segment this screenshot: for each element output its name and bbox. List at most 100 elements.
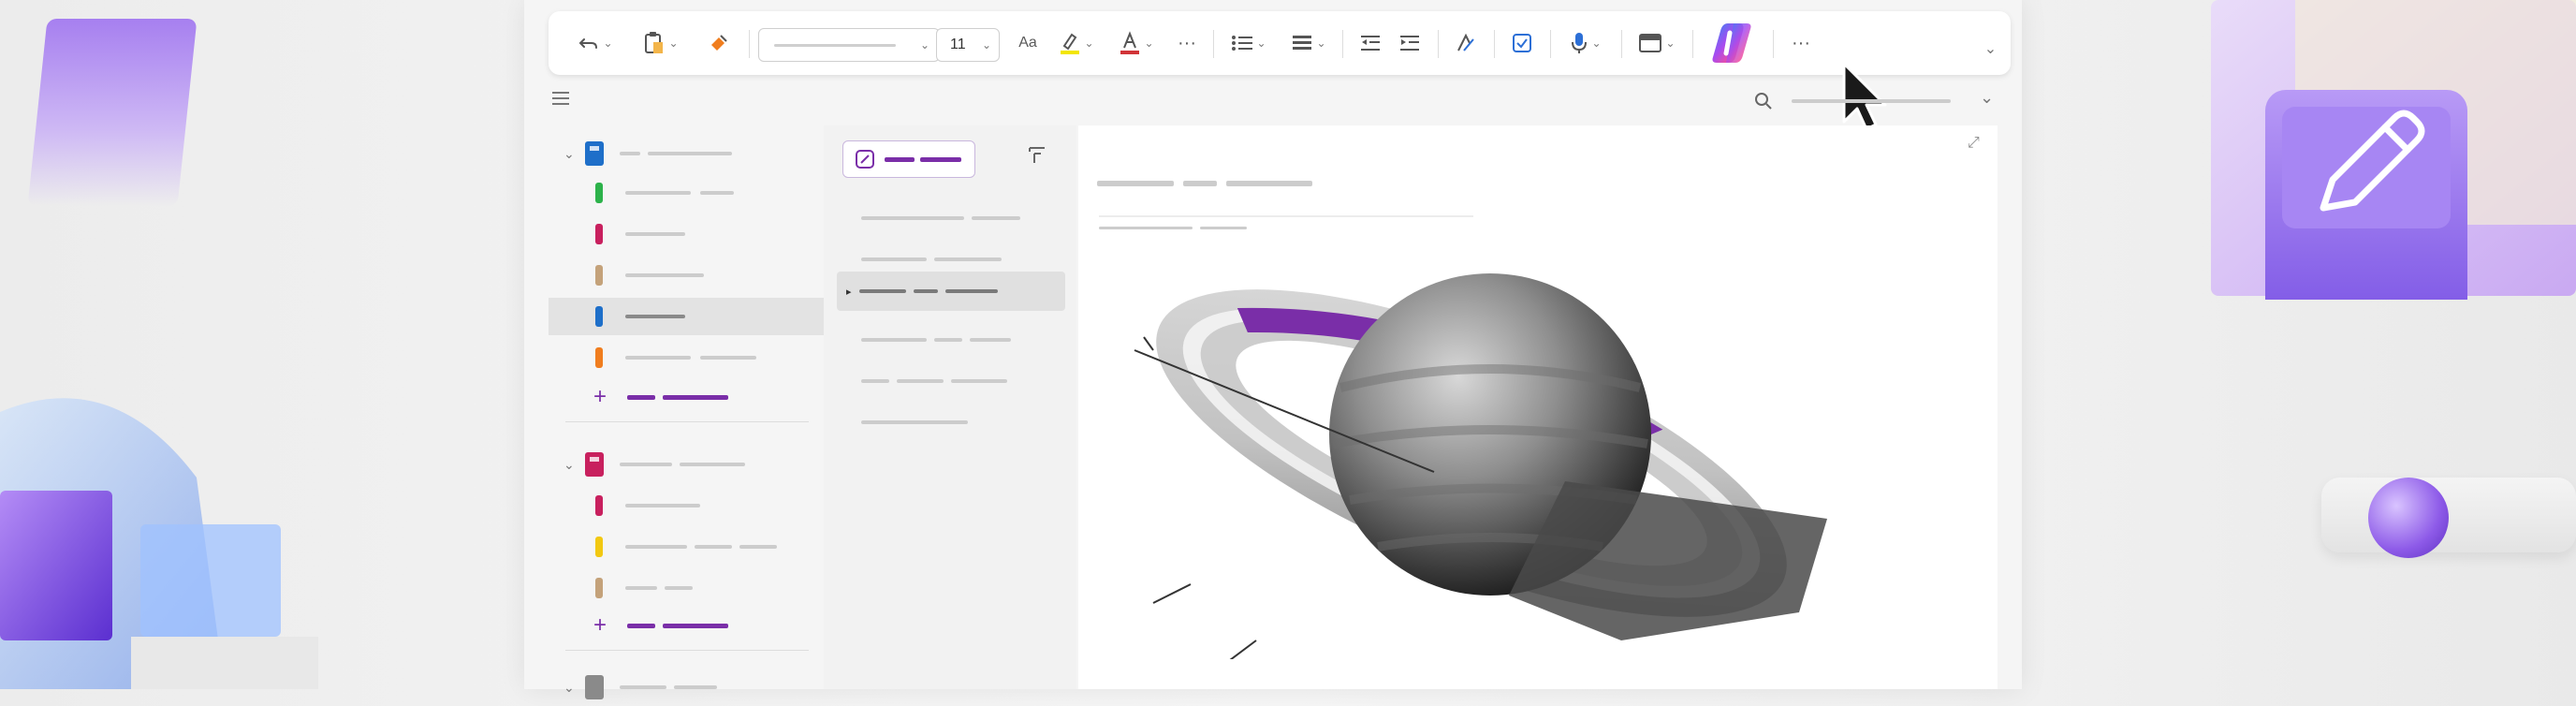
microphone-icon	[1572, 33, 1588, 53]
section-item[interactable]	[549, 257, 824, 294]
decrease-indent-button[interactable]	[1352, 11, 1389, 75]
background-decoration-bar	[2321, 478, 2576, 552]
search-input-placeholder	[1792, 99, 1951, 103]
section-item[interactable]	[549, 174, 824, 212]
font-family-value	[774, 43, 896, 47]
styles-button[interactable]	[1447, 11, 1485, 75]
outdent-icon	[1361, 36, 1380, 51]
paste-icon	[645, 32, 664, 53]
notebook-item[interactable]: ⌄	[549, 446, 824, 483]
page-item[interactable]	[861, 208, 1020, 225]
page-item[interactable]	[861, 249, 1002, 266]
checkbox-icon	[1513, 34, 1531, 52]
section-item[interactable]	[549, 569, 824, 607]
insert-button[interactable]: ⌄	[1631, 11, 1683, 75]
hamburger-menu-icon	[552, 92, 569, 105]
chevron-right-icon: ▸	[846, 286, 852, 298]
chevron-down-icon: ⌄	[668, 37, 679, 50]
chevron-down-icon: ⌄	[1144, 37, 1154, 50]
font-size-dropdown[interactable]: 11 ⌄	[936, 28, 1000, 62]
plus-icon: +	[593, 384, 607, 409]
clear-formatting-button[interactable]: Aa	[1011, 11, 1045, 75]
section-item[interactable]	[549, 487, 824, 524]
section-item-selected[interactable]	[549, 298, 824, 335]
increase-indent-button[interactable]	[1391, 11, 1428, 75]
sort-icon	[1029, 147, 1045, 163]
chevron-down-icon: ⌄	[1983, 41, 1998, 57]
navigation-toggle-button[interactable]	[552, 90, 577, 114]
styles-icon	[1457, 33, 1474, 51]
chevron-down-icon: ⌄	[981, 38, 991, 51]
more-font-options-button[interactable]: ···	[1170, 11, 1204, 75]
plus-icon: +	[593, 612, 607, 638]
page-item[interactable]	[861, 371, 1007, 388]
todo-tag-button[interactable]	[1503, 11, 1541, 75]
numbered-list-icon	[1293, 36, 1312, 50]
numbering-button[interactable]: ⌄	[1282, 11, 1335, 75]
page-item[interactable]	[861, 412, 968, 429]
section-color-tab	[595, 495, 603, 516]
notebook-icon	[584, 141, 604, 166]
bullet-list-icon	[1232, 36, 1253, 51]
dictate-button[interactable]: ⌄	[1559, 11, 1612, 75]
bullets-button[interactable]: ⌄	[1222, 11, 1275, 75]
section-color-tab	[595, 265, 603, 286]
font-color-icon	[1120, 31, 1140, 54]
notebook-icon	[584, 452, 604, 477]
font-family-dropdown[interactable]: ⌄	[758, 28, 940, 62]
chevron-down-icon: ⌄	[1316, 37, 1326, 50]
chevron-down-icon: ⌄	[564, 145, 575, 161]
notebook-item[interactable]: ⌄	[549, 669, 824, 706]
sort-pages-button[interactable]	[1026, 144, 1052, 170]
highlight-button[interactable]: ⌄	[1050, 11, 1103, 75]
page-item-selected[interactable]: ▸	[837, 272, 1065, 311]
section-color-tab	[595, 224, 603, 244]
copilot-button[interactable]	[1700, 11, 1765, 75]
more-icon: ···	[1792, 32, 1810, 53]
chevron-down-icon: ⌄	[1256, 37, 1266, 50]
chevron-down-icon: ⌄	[564, 679, 575, 695]
chevron-down-icon: ⌄	[1665, 37, 1676, 50]
search-icon	[1755, 93, 1772, 110]
section-item[interactable]	[549, 528, 824, 566]
highlighter-icon	[1061, 33, 1080, 54]
chevron-down-icon: ⌄	[564, 456, 575, 472]
section-color-tab	[595, 306, 603, 327]
text-case-icon: Aa	[1018, 35, 1037, 51]
section-item[interactable]	[549, 215, 824, 253]
insert-table-icon	[1639, 34, 1662, 52]
chevron-down-icon: ⌄	[1591, 37, 1602, 50]
section-color-tab	[595, 578, 603, 598]
indent-icon	[1400, 36, 1419, 51]
search-zoom-bar[interactable]: ⌄	[1750, 86, 2003, 116]
chevron-down-icon: ⌄	[1084, 37, 1094, 50]
format-painter-button[interactable]	[700, 11, 738, 75]
section-color-tab	[595, 537, 603, 557]
chevron-down-icon: ⌄	[603, 37, 613, 50]
add-page-button[interactable]	[842, 140, 975, 178]
undo-icon	[579, 38, 598, 49]
notebook-item[interactable]: ⌄	[549, 135, 824, 172]
more-icon: ···	[1178, 32, 1196, 53]
collapse-ribbon-button[interactable]: ⌄	[1977, 21, 2001, 77]
font-color-button[interactable]: ⌄	[1110, 11, 1163, 75]
page-title	[1097, 174, 1312, 191]
add-section-button[interactable]: +	[549, 378, 824, 416]
chevron-down-icon: ⌄	[919, 38, 929, 51]
page-item[interactable]	[861, 330, 1011, 346]
undo-button[interactable]: ⌄	[569, 11, 622, 75]
chevron-down-icon: ⌄	[1980, 88, 1995, 107]
section-color-tab	[595, 183, 603, 203]
ribbon-more-options-button[interactable]: ···	[1782, 11, 1820, 75]
expand-icon[interactable]: ⤢	[1968, 135, 1986, 154]
paste-button[interactable]: ⌄	[635, 11, 687, 75]
new-page-icon	[856, 150, 874, 169]
background-decoration-sphere	[2368, 478, 2449, 558]
notebook-sidebar: ⌄ + ⌄ + ⌄	[549, 112, 824, 699]
format-painter-icon	[711, 35, 727, 51]
section-item[interactable]	[549, 339, 824, 376]
page-list-pane: ▸	[824, 125, 1076, 689]
background-decoration-ribbon	[27, 19, 198, 206]
saturn-drawing	[1134, 273, 1827, 659]
add-section-button[interactable]: +	[549, 607, 824, 644]
